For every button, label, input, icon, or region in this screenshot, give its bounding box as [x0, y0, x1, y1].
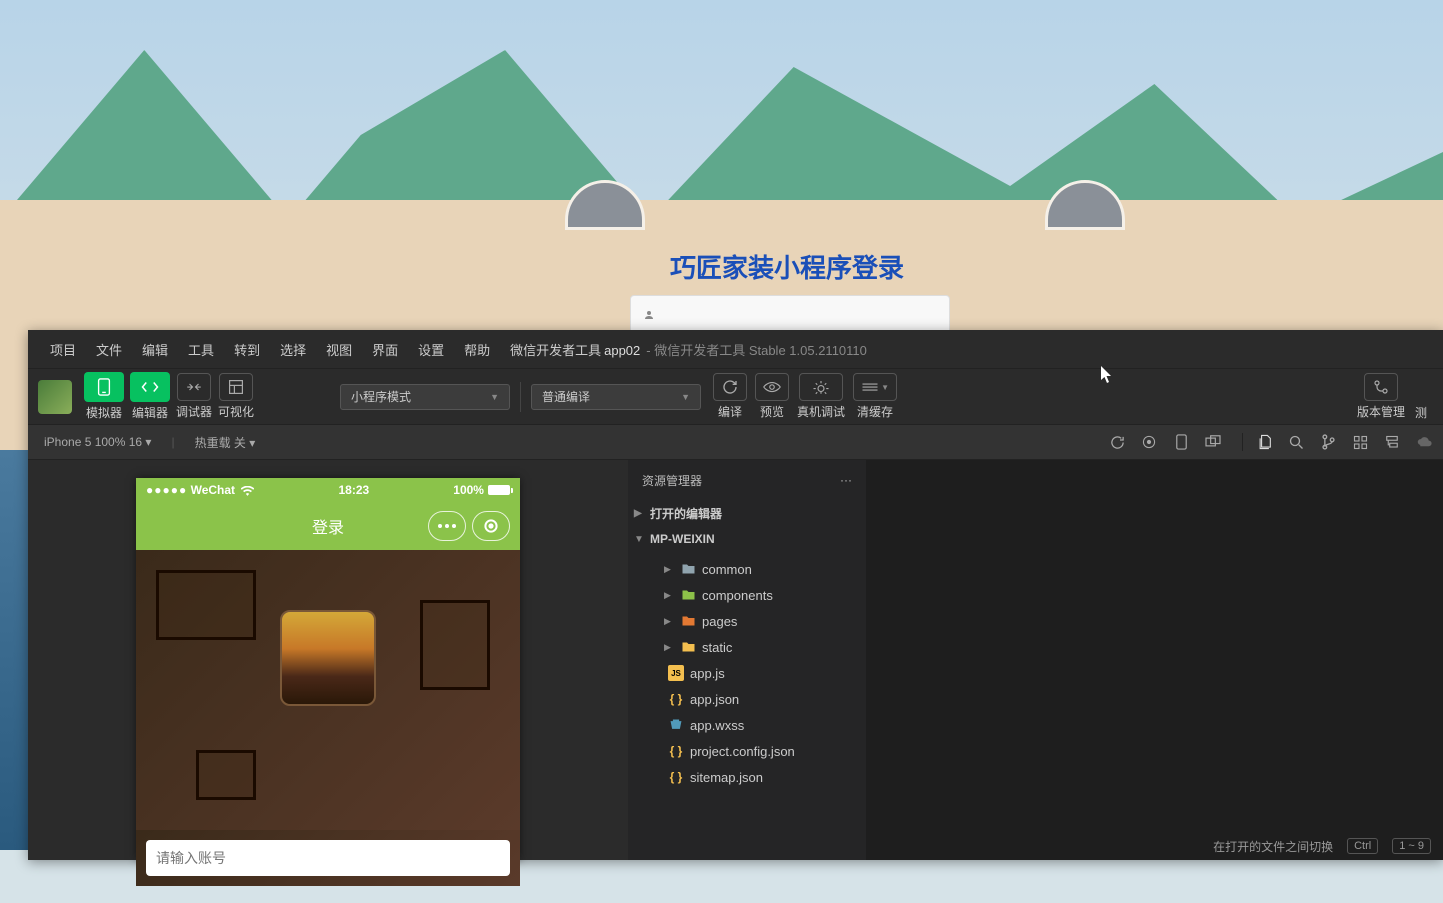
explorer-title: 资源管理器 — [642, 472, 702, 489]
clear-cache-button[interactable]: ▼ — [853, 373, 897, 401]
extensions-icon[interactable] — [1351, 433, 1369, 451]
folder-static[interactable]: ▶ static — [628, 634, 866, 660]
visualize-label: 可视化 — [218, 403, 254, 420]
debugger-label: 调试器 — [176, 403, 212, 420]
editor-panel: 资源管理器 ··· ▶打开的编辑器 ▼MP-WEIXIN ▶ common — [628, 460, 1443, 860]
test-label: 测 — [1415, 404, 1427, 421]
files-icon[interactable] — [1255, 433, 1273, 451]
web-login-input[interactable] — [663, 308, 937, 323]
search-icon[interactable] — [1287, 433, 1305, 451]
menu-project[interactable]: 项目 — [40, 340, 86, 359]
account-input[interactable] — [146, 840, 510, 876]
wxss-file-icon — [668, 717, 684, 733]
editor-statusbar: 在打开的文件之间切换 Ctrl 1 ~ 9 — [1201, 832, 1443, 860]
menu-wechat-devtools[interactable]: 微信开发者工具 — [500, 340, 611, 359]
hot-reload-selector[interactable]: 热重载 关 ▾ — [189, 432, 262, 453]
menu-edit[interactable]: 编辑 — [132, 340, 178, 359]
phone-statusbar: ●●●●● WeChat 18:23 100% — [136, 478, 520, 502]
switch-hint: 在打开的文件之间切换 — [1213, 838, 1333, 855]
cloud-icon[interactable] — [1415, 433, 1433, 451]
js-file-icon: JS — [668, 665, 684, 681]
refresh-icon[interactable] — [1108, 433, 1126, 451]
version-mgmt-button[interactable] — [1364, 373, 1398, 401]
compile-label: 编译 — [718, 403, 742, 420]
kbd-ctrl: Ctrl — [1347, 838, 1378, 854]
folder-icon — [680, 613, 696, 629]
file-app-js[interactable]: JSapp.js — [628, 660, 866, 686]
simulator-panel: ●●●●● WeChat 18:23 100% 登录 — [28, 460, 628, 860]
file-app-wxss[interactable]: app.wxss — [628, 712, 866, 738]
compile-dropdown[interactable]: 普通编译▼ — [531, 384, 701, 410]
debugger-toggle[interactable] — [177, 373, 211, 401]
menu-goto[interactable]: 转到 — [224, 340, 270, 359]
preview-button[interactable] — [755, 373, 789, 401]
compile-button[interactable] — [713, 373, 747, 401]
folder-icon — [680, 639, 696, 655]
sub-toolbar: iPhone 5 100% 16 ▾ | 热重载 关 ▾ — [28, 424, 1443, 460]
editor-label: 编辑器 — [132, 404, 168, 421]
menu-file[interactable]: 文件 — [86, 340, 132, 359]
menubar: 项目 文件 编辑 工具 转到 选择 视图 界面 设置 帮助 微信开发者工具 ap… — [28, 330, 1443, 368]
file-app-json[interactable]: { }app.json — [628, 686, 866, 712]
file-explorer: 资源管理器 ··· ▶打开的编辑器 ▼MP-WEIXIN ▶ common — [628, 460, 866, 860]
branch-icon[interactable] — [1319, 433, 1337, 451]
device-selector[interactable]: iPhone 5 100% 16 ▾ — [38, 433, 157, 451]
folder-icon — [680, 587, 696, 603]
menu-settings[interactable]: 设置 — [408, 340, 454, 359]
json-file-icon: { } — [668, 743, 684, 759]
phone-time: 18:23 — [338, 483, 369, 497]
phone-content — [136, 550, 520, 830]
ide-window: 项目 文件 编辑 工具 转到 选择 视图 界面 设置 帮助 微信开发者工具 ap… — [28, 330, 1443, 860]
simulator-toggle[interactable] — [84, 372, 124, 402]
user-avatar[interactable] — [38, 380, 72, 414]
web-login-title: 巧匠家装小程序登录 — [670, 248, 904, 285]
toolbar: 模拟器 编辑器 调试器 可视化 小程序模式▼ 普通编译▼ — [28, 368, 1443, 424]
version-mgmt-label: 版本管理 — [1357, 403, 1405, 420]
json-file-icon: { } — [668, 769, 684, 785]
mode-dropdown[interactable]: 小程序模式▼ — [340, 384, 510, 410]
record-icon[interactable] — [1140, 433, 1158, 451]
detach-icon[interactable] — [1204, 433, 1222, 451]
main-area: ●●●●● WeChat 18:23 100% 登录 — [28, 460, 1443, 860]
cursor-icon — [1100, 366, 1114, 384]
user-icon — [643, 309, 655, 321]
menu-tools[interactable]: 工具 — [178, 340, 224, 359]
simulator-label: 模拟器 — [86, 404, 122, 421]
menu-interface[interactable]: 界面 — [362, 340, 408, 359]
editor-main: 在打开的文件之间切换 Ctrl 1 ~ 9 — [866, 460, 1443, 860]
structure-icon[interactable] — [1383, 433, 1401, 451]
real-debug-label: 真机调试 — [797, 403, 845, 420]
device-icon[interactable] — [1172, 433, 1190, 451]
folder-components[interactable]: ▶ components — [628, 582, 866, 608]
nav-close-button[interactable] — [472, 511, 510, 541]
nav-menu-button[interactable] — [428, 511, 466, 541]
kbd-range: 1 ~ 9 — [1392, 838, 1431, 854]
clear-cache-label: 清缓存 — [857, 403, 893, 420]
wifi-icon — [235, 483, 254, 497]
visualize-toggle[interactable] — [219, 373, 253, 401]
app-logo-image — [280, 610, 376, 706]
preview-label: 预览 — [760, 403, 784, 420]
folder-common[interactable]: ▶ common — [628, 556, 866, 582]
menu-view[interactable]: 视图 — [316, 340, 362, 359]
open-editors-section[interactable]: ▶打开的编辑器 — [628, 500, 866, 526]
json-file-icon: { } — [668, 691, 684, 707]
real-debug-button[interactable] — [799, 373, 843, 401]
menu-select[interactable]: 选择 — [270, 340, 316, 359]
file-project-config[interactable]: { }project.config.json — [628, 738, 866, 764]
battery-icon — [488, 485, 510, 495]
phone-navbar: 登录 — [136, 502, 520, 550]
explorer-more-icon[interactable]: ··· — [840, 473, 852, 487]
editor-toggle[interactable] — [130, 372, 170, 402]
file-sitemap-json[interactable]: { }sitemap.json — [628, 764, 866, 790]
folder-pages[interactable]: ▶ pages — [628, 608, 866, 634]
project-root-section[interactable]: ▼MP-WEIXIN — [628, 526, 866, 552]
window-title: app02 - 微信开发者工具 Stable 1.05.2110110 — [604, 340, 867, 359]
folder-icon — [680, 561, 696, 577]
menu-help[interactable]: 帮助 — [454, 340, 500, 359]
nav-title: 登录 — [312, 514, 344, 538]
phone-simulator[interactable]: ●●●●● WeChat 18:23 100% 登录 — [136, 478, 520, 860]
web-login-input-row[interactable] — [630, 295, 950, 335]
